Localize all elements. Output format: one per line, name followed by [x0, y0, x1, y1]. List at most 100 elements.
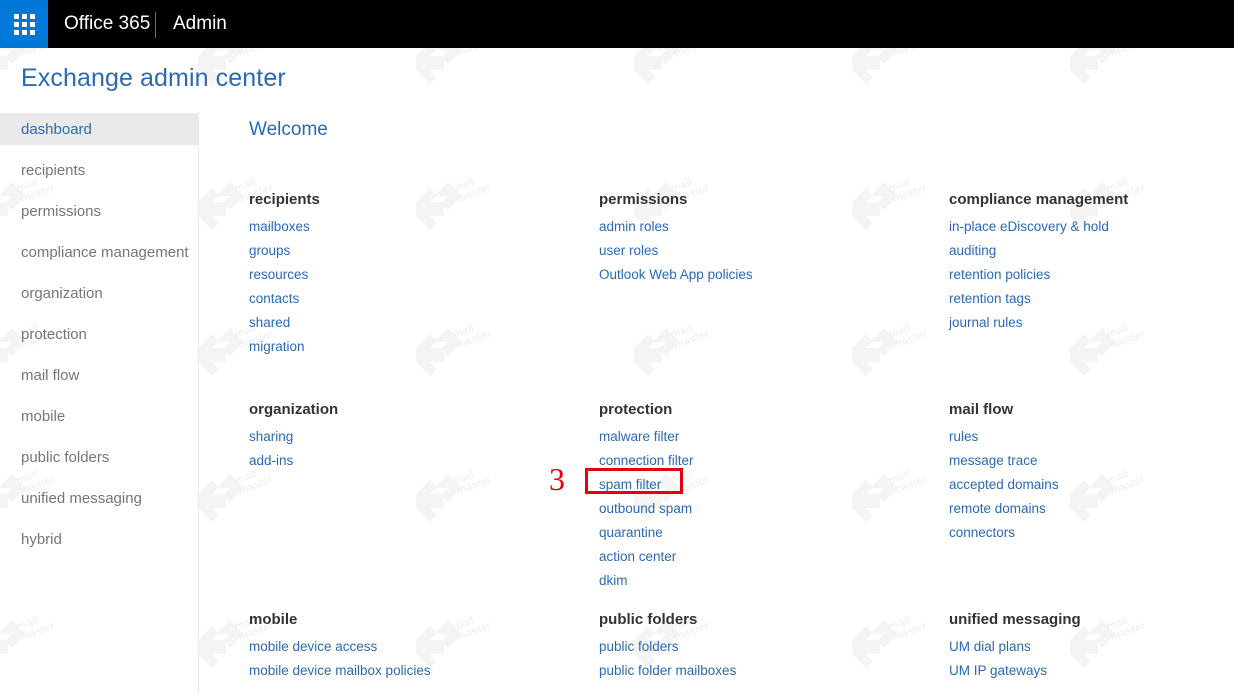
svg-text:master: master: [455, 48, 492, 59]
sidebar-item-label: protection: [21, 325, 87, 343]
sidebar-item-label: recipients: [21, 161, 86, 179]
sidebar-item-label: dashboard: [21, 120, 92, 138]
svg-text:master: master: [891, 48, 928, 59]
tile-link-auditing[interactable]: auditing: [949, 239, 996, 263]
svg-text:mail: mail: [15, 48, 40, 49]
tile-title: unified messaging: [949, 611, 1081, 628]
tile-permissions: permissions admin roles user roles Outlook …: [599, 191, 929, 287]
tile-protection: protection malware filter connection filte…: [599, 401, 929, 593]
tile-link-resources[interactable]: resources: [249, 263, 308, 287]
tile-title: protection: [599, 401, 673, 418]
tile-title: organization: [249, 401, 339, 418]
sidebar-item-mail-flow[interactable]: mail flow: [0, 359, 198, 391]
suite-bar-divider: [155, 12, 156, 38]
tile-link-retention-policies[interactable]: retention policies: [949, 263, 1050, 287]
sidebar-item-organization[interactable]: organization: [0, 277, 198, 309]
svg-text:mail: mail: [887, 48, 912, 49]
tile-link-UM-dial-plans[interactable]: UM dial plans: [949, 635, 1031, 659]
tile-title: recipients: [249, 191, 320, 208]
tile-title: permissions: [599, 191, 688, 208]
sidebar-item-permissions[interactable]: permissions: [0, 195, 198, 227]
tile-organization: organization sharing add-ins: [249, 401, 579, 473]
svg-text:master: master: [19, 48, 56, 59]
sidebar-item-recipients[interactable]: recipients: [0, 154, 198, 186]
tile-link-action-center[interactable]: action center: [599, 545, 676, 569]
suite-brand-label[interactable]: Office 365: [64, 0, 150, 48]
tile-link-outbound-spam[interactable]: outbound spam: [599, 497, 692, 521]
watermark-logo: mailmaster: [1050, 48, 1146, 90]
welcome-heading: Welcome: [249, 119, 328, 140]
tile-link-message-trace[interactable]: message trace: [949, 449, 1038, 473]
waffle-grid: [13, 13, 35, 35]
sidebar-nav: dashboard recipients permissions compliance…: [0, 113, 199, 694]
tile-link-contacts[interactable]: contacts: [249, 287, 299, 311]
sidebar-item-label: mail flow: [21, 366, 80, 384]
tile-link-retention-tags[interactable]: retention tags: [949, 287, 1031, 311]
tile-link-malware-filter[interactable]: malware filter: [599, 425, 679, 449]
tile-link-in-place-eDiscovery-&-hold[interactable]: in-place eDiscovery & hold: [949, 215, 1109, 239]
main-content: Welcome recipients mailboxes groups resourc…: [199, 113, 1234, 694]
sidebar-item-label: permissions: [21, 202, 102, 220]
sidebar-item-label: public folders: [21, 448, 110, 466]
tile-link-mobile-device-access[interactable]: mobile device access: [249, 635, 377, 659]
tile-link-spam-filter[interactable]: spam filter: [599, 473, 661, 497]
tile-link-connection-filter[interactable]: connection filter: [599, 449, 694, 473]
tile-title: mail flow: [949, 401, 1014, 418]
sidebar-item-label: compliance management: [21, 243, 189, 261]
tile-link-shared[interactable]: shared: [249, 311, 290, 335]
tile-title: public folders: [599, 611, 698, 628]
sidebar-item-dashboard[interactable]: dashboard: [0, 113, 198, 145]
tile-link-groups[interactable]: groups: [249, 239, 290, 263]
tile-link-public-folder-mailboxes[interactable]: public folder mailboxes: [599, 659, 736, 683]
sidebar-item-protection[interactable]: protection: [0, 318, 198, 350]
sidebar-item-unified-messaging[interactable]: unified messaging: [0, 482, 198, 514]
tile-public-folders: public folders public folders public folde…: [599, 611, 929, 683]
tile-link-dkim[interactable]: dkim: [599, 569, 628, 593]
svg-text:master: master: [1109, 48, 1146, 59]
svg-text:mail: mail: [451, 48, 476, 49]
svg-text:master: master: [673, 48, 710, 59]
tile-mobile: mobile mobile device access mobile device …: [249, 611, 579, 683]
tile-link-remote-domains[interactable]: remote domains: [949, 497, 1046, 521]
sidebar-item-label: organization: [21, 284, 103, 302]
page-title: Exchange admin center: [21, 64, 286, 92]
tile-mail-flow: mail flow rules message trace accepted doma…: [949, 401, 1234, 545]
tile-link-admin-roles[interactable]: admin roles: [599, 215, 669, 239]
svg-text:mail: mail: [669, 48, 694, 49]
tile-link-user-roles[interactable]: user roles: [599, 239, 658, 263]
tile-link-migration[interactable]: migration: [249, 335, 305, 359]
tile-link-accepted-domains[interactable]: accepted domains: [949, 473, 1059, 497]
tile-title: mobile: [249, 611, 298, 628]
tile-link-connectors[interactable]: connectors: [949, 521, 1015, 545]
watermark-logo: mailmaster: [396, 48, 492, 90]
suite-header-bar: Office 365 Admin: [0, 0, 1234, 48]
tile-link-rules[interactable]: rules: [949, 425, 978, 449]
tile-link-mailboxes[interactable]: mailboxes: [249, 215, 310, 239]
tile-link-sharing[interactable]: sharing: [249, 425, 293, 449]
tile-recipients: recipients mailboxes groups resources contac…: [249, 191, 579, 359]
svg-text:mail: mail: [233, 48, 258, 49]
svg-text:mail: mail: [1105, 48, 1130, 49]
watermark-logo: mailmaster: [614, 48, 710, 90]
tile-link-quarantine[interactable]: quarantine: [599, 521, 663, 545]
tile-title: compliance management: [949, 191, 1129, 208]
tile-link-journal-rules[interactable]: journal rules: [949, 311, 1023, 335]
sidebar-item-hybrid[interactable]: hybrid: [0, 523, 198, 555]
svg-text:master: master: [237, 48, 274, 59]
sidebar-item-compliance-management[interactable]: compliance management: [0, 236, 198, 268]
suite-app-name-label[interactable]: Admin: [173, 0, 227, 48]
tile-link-mobile-device-mailbox-policies[interactable]: mobile device mailbox policies: [249, 659, 431, 683]
app-launcher-waffle-icon[interactable]: [0, 0, 48, 48]
sidebar-item-label: mobile: [21, 407, 66, 425]
tile-link-add-ins[interactable]: add-ins: [249, 449, 293, 473]
tile-compliance-management: compliance management in-place eDiscovery…: [949, 191, 1234, 335]
sidebar-item-mobile[interactable]: mobile: [0, 400, 198, 432]
sidebar-item-public-folders[interactable]: public folders: [0, 441, 198, 473]
tile-link-UM-IP-gateways[interactable]: UM IP gateways: [949, 659, 1047, 683]
tile-unified-messaging: unified messaging UM dial plans UM IP gate…: [949, 611, 1234, 683]
watermark-logo: mailmaster: [832, 48, 928, 90]
tile-link-public-folders[interactable]: public folders: [599, 635, 679, 659]
tile-link-Outlook-Web-App-policies[interactable]: Outlook Web App policies: [599, 263, 753, 287]
sidebar-item-label: hybrid: [21, 530, 62, 548]
sidebar-item-label: unified messaging: [21, 489, 142, 507]
